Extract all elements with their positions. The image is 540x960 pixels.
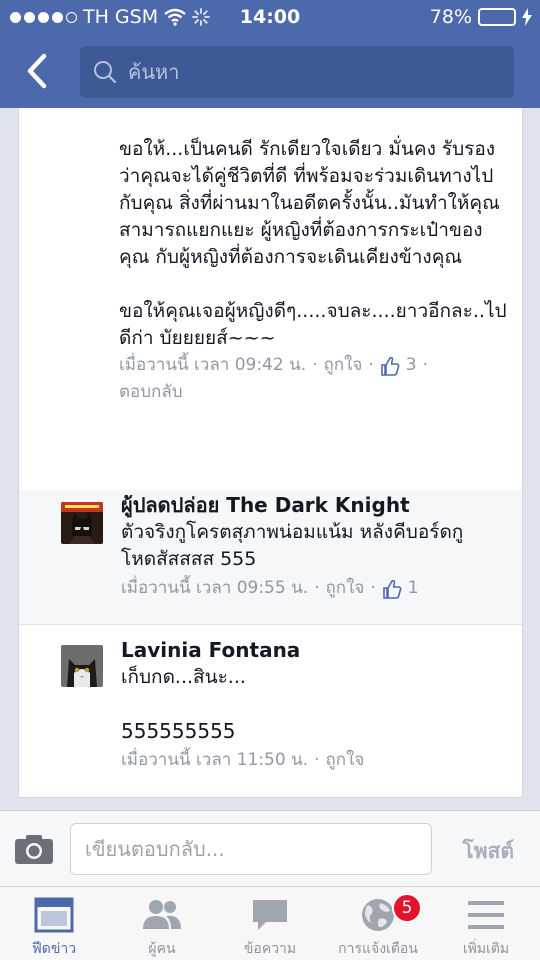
thumbs-up-icon <box>382 579 402 599</box>
tab-label: เพิ่มเติม <box>462 941 510 957</box>
comment-meta: เมื่อวานนี้ เวลา 09:42 น. · ถูกใจ · 3 · <box>119 352 509 379</box>
message-icon <box>253 900 287 930</box>
top-bar: TH GSM 14:00 78% <box>0 0 540 108</box>
avatar[interactable] <box>61 502 103 544</box>
comment-item: Lavinia Fontana เก็บกด...สินะ... 5555555… <box>19 625 522 795</box>
main-comment: ขอให้...เป็นคนดี รักเดียวใจเดียว มั่นคง … <box>119 136 509 406</box>
separator-dot: · <box>314 750 320 770</box>
like-count[interactable]: 3 <box>380 352 417 379</box>
avatar[interactable] <box>61 645 103 687</box>
tab-label: ผู้คน <box>148 941 176 957</box>
like-link[interactable]: ถูกใจ <box>326 575 365 602</box>
like-link[interactable]: ถูกใจ <box>324 352 363 379</box>
like-count-value: 1 <box>407 578 419 598</box>
thumbs-up-icon <box>380 356 400 376</box>
cat-avatar-icon <box>61 645 103 687</box>
back-button[interactable] <box>20 50 56 94</box>
comment-timestamp: เมื่อวานนี้ เวลา 11:50 น. <box>121 750 309 770</box>
comments-card: ขอให้...เป็นคนดี รักเดียวใจเดียว มั่นคง … <box>18 108 523 798</box>
comment-timestamp: เมื่อวานนี้ เวลา 09:55 น. <box>121 578 309 598</box>
camera-icon <box>15 835 53 864</box>
comment-text: โหดสัสสสส 555 <box>121 548 257 570</box>
comment-paragraph: ขอให้คุณเจอผู้หญิงดีๆ.....จบละ....ยาวอีก… <box>119 300 507 349</box>
battery-icon <box>478 8 516 26</box>
charging-bolt-icon <box>522 8 532 26</box>
comment-author[interactable]: ผู้ปลดปล่อย The Dark Knight <box>121 492 511 519</box>
tab-messages[interactable]: ข้อความ <box>216 887 324 960</box>
status-bar: TH GSM 14:00 78% <box>0 0 540 36</box>
comment-text: เก็บกด...สินะ... <box>121 666 246 688</box>
chevron-left-icon <box>27 53 47 89</box>
post-button[interactable]: โพสต์ <box>462 835 514 868</box>
tab-news-feed[interactable]: ฟีดข่าว <box>0 887 108 960</box>
like-link[interactable]: ถูกใจ <box>326 747 365 774</box>
like-count[interactable]: 1 <box>382 575 419 602</box>
comment-item: ผู้ปลดปล่อย The Dark Knight ตัวจริงกูโคร… <box>19 490 522 624</box>
separator-dot: · <box>368 355 374 375</box>
tab-label: การแจ้งเตือน <box>338 941 418 957</box>
comment-body: ผู้ปลดปล่อย The Dark Knight ตัวจริงกูโคร… <box>121 492 511 602</box>
tab-people[interactable]: ผู้คน <box>108 887 216 960</box>
comment-text: 555555555 <box>121 719 236 743</box>
tab-label: ข้อความ <box>243 941 297 957</box>
tab-bar: ฟีดข่าว ผู้คน ข้อความ การแจ้งเตือน เพิ่ม… <box>0 886 540 960</box>
comment-meta-row2: ตอบกลับ <box>119 379 509 406</box>
status-right: 78% <box>430 6 532 28</box>
search-icon <box>94 61 117 84</box>
reply-input[interactable] <box>70 823 432 875</box>
separator-dot: · <box>422 355 429 375</box>
comment-paragraph: ขอให้...เป็นคนดี รักเดียวใจเดียว มั่นคง … <box>119 138 500 268</box>
comment-meta: เมื่อวานนี้ เวลา 11:50 น. · ถูกใจ <box>121 747 511 774</box>
news-feed-icon <box>34 897 74 933</box>
separator-dot: · <box>370 578 376 598</box>
tab-more[interactable]: เพิ่มเติม <box>432 887 540 960</box>
search-input[interactable] <box>128 60 488 84</box>
comment-timestamp: เมื่อวานนี้ เวลา 09:42 น. <box>119 355 307 375</box>
menu-icon <box>468 901 504 929</box>
reply-link[interactable]: ตอบกลับ <box>119 379 183 406</box>
comment-text: ตัวจริงกูโครตสุภาพน่อมแน้ม หลังคีบอร์ดกู <box>121 521 464 543</box>
notification-badge: 5 <box>392 893 422 923</box>
separator-dot: · <box>314 578 320 598</box>
search-bar[interactable] <box>80 46 514 98</box>
comment-body: Lavinia Fontana เก็บกด...สินะ... 5555555… <box>121 637 511 774</box>
like-count-value: 3 <box>405 355 417 375</box>
reply-composer: โพสต์ <box>0 810 540 886</box>
comment-text <box>121 691 511 718</box>
tab-label: ฟีดข่าว <box>31 941 77 957</box>
people-icon <box>143 900 181 929</box>
battery-percent: 78% <box>429 6 472 28</box>
comment-author[interactable]: Lavinia Fontana <box>121 637 511 664</box>
dark-knight-avatar-icon <box>61 502 103 544</box>
separator-dot: · <box>312 355 318 375</box>
camera-button[interactable] <box>14 833 54 865</box>
comment-meta: เมื่อวานนี้ เวลา 09:55 น. · ถูกใจ · 1 <box>121 575 511 602</box>
